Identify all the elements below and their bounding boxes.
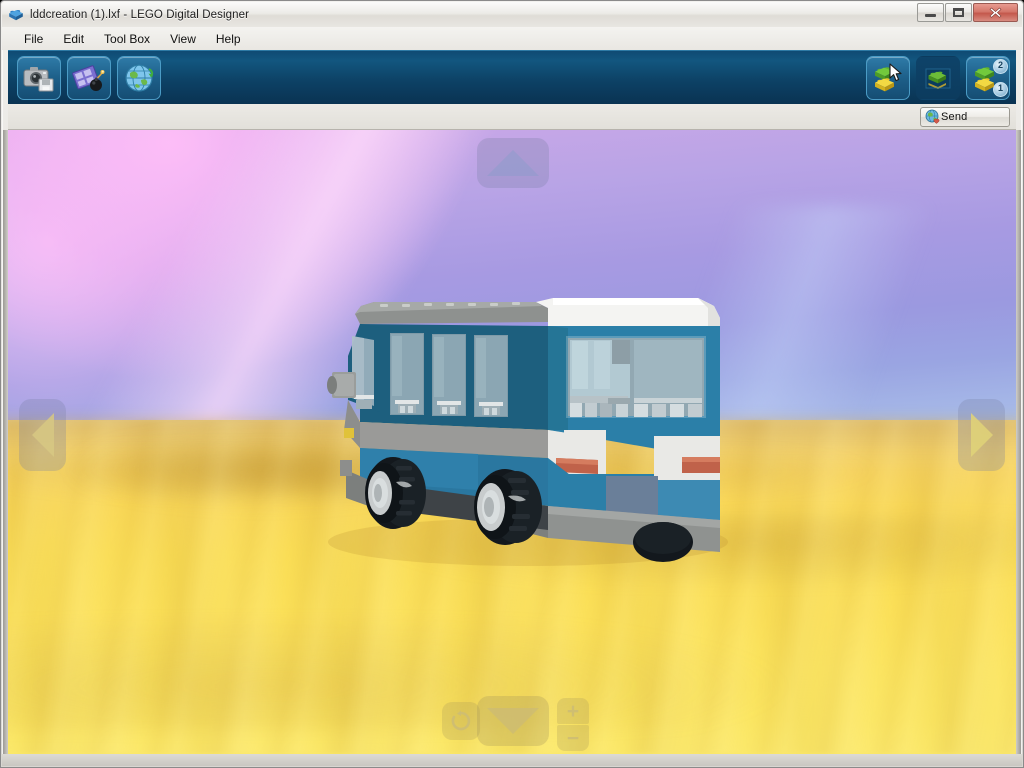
rotate-left-button[interactable] <box>19 399 66 471</box>
minimize-icon <box>925 14 936 17</box>
reset-view-button[interactable] <box>442 702 480 740</box>
camera-icon <box>23 67 54 92</box>
close-button[interactable] <box>973 3 1018 22</box>
viewport-right-edge <box>1016 130 1021 754</box>
maximize-icon <box>953 8 964 17</box>
menu-item-toolbox[interactable]: Tool Box <box>94 29 160 49</box>
viewport-left-edge <box>3 130 8 754</box>
green-yellow-brick-icon <box>875 67 894 92</box>
title-bar[interactable]: lddcreation (1).lxf - LEGO Digital Desig… <box>2 2 1022 27</box>
zoom-in-icon: + <box>566 699 580 723</box>
globe-heart-icon <box>925 109 940 124</box>
application-window: lddcreation (1).lxf - LEGO Digital Desig… <box>0 0 1024 768</box>
rotate-down-button[interactable] <box>477 696 549 746</box>
lego-bus-model[interactable] <box>8 130 1016 754</box>
building-guide-button[interactable]: 2 1 <box>966 56 1010 100</box>
reset-rotate-icon <box>451 710 471 731</box>
guide-badge-2: 2 <box>993 59 1008 74</box>
triangle-left-icon <box>31 413 54 457</box>
menu-bar: File Edit Tool Box View Help <box>2 27 1022 50</box>
menu-item-view[interactable]: View <box>160 29 206 49</box>
menu-item-edit[interactable]: Edit <box>53 29 94 49</box>
rotate-right-button[interactable] <box>958 399 1005 471</box>
window-controls <box>916 3 1018 22</box>
wheel-rear-right <box>633 522 693 562</box>
triangle-down-icon <box>487 708 539 734</box>
zoom-out-button[interactable]: − <box>557 725 589 751</box>
maximize-button[interactable] <box>945 3 972 22</box>
lego-brick-icon <box>8 7 24 23</box>
toolbar-right-group: 2 1 <box>866 56 1010 100</box>
triangle-right-icon <box>970 413 993 457</box>
close-icon <box>989 7 1002 18</box>
window-title: lddcreation (1).lxf - LEGO Digital Desig… <box>30 8 250 21</box>
3d-viewport[interactable]: + − <box>8 130 1016 754</box>
explode-button[interactable] <box>67 56 111 100</box>
menu-item-help[interactable]: Help <box>206 29 251 49</box>
view-mode-button[interactable] <box>916 56 960 100</box>
minimize-button[interactable] <box>917 3 944 22</box>
guide-badge-1: 1 <box>993 82 1008 97</box>
sub-toolbar: Send <box>8 104 1016 130</box>
menu-item-file[interactable]: File <box>14 29 53 49</box>
globe-button[interactable] <box>117 56 161 100</box>
film-bomb-icon <box>72 65 105 91</box>
send-button[interactable]: Send <box>920 107 1010 127</box>
wheel-front <box>365 457 426 529</box>
main-toolbar: 2 1 <box>8 50 1016 104</box>
window-bottom-frame <box>2 754 1022 766</box>
triangle-up-icon <box>487 150 539 176</box>
screenshot-button[interactable] <box>17 56 61 100</box>
wheel-rear <box>474 469 542 545</box>
send-button-label: Send <box>941 111 968 123</box>
globe-icon <box>125 64 154 92</box>
build-mode-button[interactable] <box>866 56 910 100</box>
rotate-up-button[interactable] <box>477 138 549 188</box>
zoom-in-button[interactable]: + <box>557 698 589 724</box>
toolbar-left-group <box>17 56 161 100</box>
brick-box-icon <box>925 68 951 89</box>
zoom-out-icon: − <box>566 726 580 750</box>
